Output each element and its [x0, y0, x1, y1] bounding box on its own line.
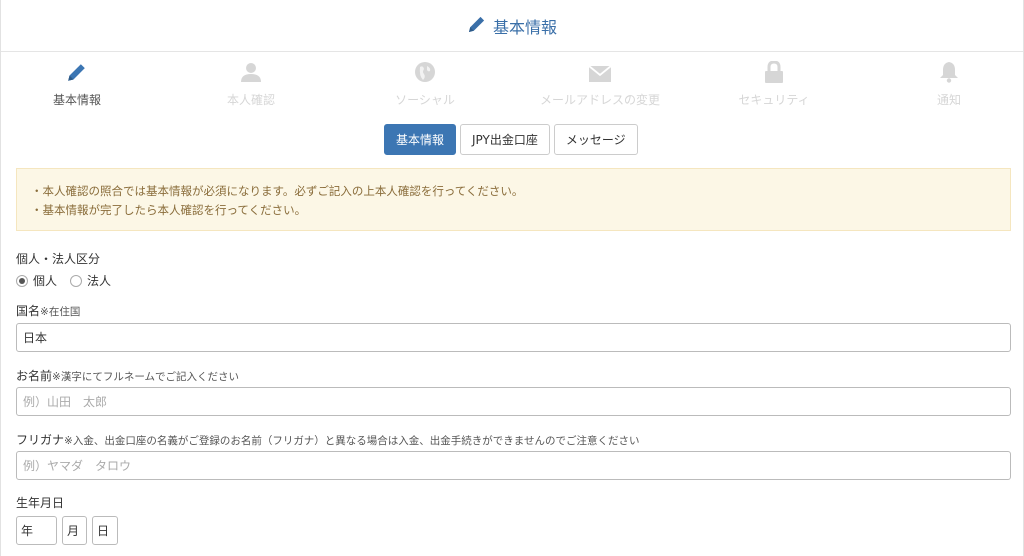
notice-box: ・本人確認の照合では基本情報が必須になります。必ずご記入の上本人確認を行ってくだ…: [16, 168, 1011, 231]
sub-tabs: 基本情報 JPY出金口座 メッセージ: [384, 124, 638, 155]
birth-year-input[interactable]: [16, 516, 57, 545]
name-note: ※漢字にてフルネームでご記入ください: [52, 371, 239, 383]
country-label: 国名※在住国: [16, 302, 80, 319]
entity-type-label: 個人・法人区分: [16, 252, 101, 266]
country-input[interactable]: [16, 323, 1011, 352]
radio-individual[interactable]: [16, 274, 28, 287]
radio-corporate-label: 法人: [87, 274, 112, 288]
tab-jpy-withdrawal-account[interactable]: JPY出金口座: [460, 124, 550, 155]
nav-item-security[interactable]: セキュリティ: [699, 60, 849, 108]
page-header: 基本情報: [1, 0, 1023, 52]
lock-icon: [764, 60, 784, 86]
birth-month-input[interactable]: [62, 516, 87, 545]
birth-day-input[interactable]: [92, 516, 118, 545]
entity-type-radio-group: 個人 法人: [16, 272, 119, 289]
nav-item-label: セキュリティ: [738, 93, 810, 107]
nav-item-social[interactable]: ソーシャル: [350, 62, 500, 108]
radio-corporate[interactable]: [70, 274, 83, 287]
country-note: ※在住国: [40, 306, 81, 318]
name-label-text: お名前: [16, 369, 53, 383]
user-icon: [240, 61, 262, 86]
page-frame: 基本情報 基本情報 本人確認 ソーシャル メールアドレスの変更 セキュリティ 通…: [0, 0, 1024, 556]
nav-item-notifications[interactable]: 通知: [874, 62, 1024, 108]
birthdate-label: 生年月日: [16, 496, 65, 510]
nav-item-label: 基本情報: [52, 93, 101, 107]
settings-nav: 基本情報 本人確認 ソーシャル メールアドレスの変更 セキュリティ 通知: [1, 60, 1024, 108]
bell-icon: [939, 61, 959, 86]
envelope-icon: [588, 65, 612, 86]
furigana-note: ※入金、出金口座の名義がご登録のお名前（フリガナ）と異なる場合は入金、出金手続き…: [64, 435, 640, 447]
nav-item-label: 本人確認: [226, 93, 275, 107]
name-label: お名前※漢字にてフルネームでご記入ください: [16, 367, 239, 384]
nav-item-label: ソーシャル: [395, 93, 455, 107]
name-input[interactable]: [16, 387, 1011, 416]
nav-item-basic-info[interactable]: 基本情報: [2, 62, 152, 108]
nav-item-label: メールアドレスの変更: [539, 93, 660, 107]
notice-line: ・本人確認の照合では基本情報が必須になります。必ずご記入の上本人確認を行ってくだ…: [31, 184, 524, 198]
tab-messages[interactable]: メッセージ: [553, 124, 638, 155]
globe-icon: [414, 61, 436, 86]
pencil-icon: [467, 14, 487, 37]
country-label-text: 国名: [16, 304, 41, 318]
tab-basic-info[interactable]: 基本情報: [384, 124, 457, 155]
nav-item-identity[interactable]: 本人確認: [176, 62, 326, 108]
furigana-label-text: フリガナ: [16, 433, 65, 447]
radio-individual-label: 個人: [33, 274, 58, 288]
pencil-icon: [66, 61, 88, 86]
notice-line: ・基本情報が完了したら本人確認を行ってください。: [31, 203, 307, 217]
nav-item-label: 通知: [936, 93, 961, 107]
nav-item-email-change[interactable]: メールアドレスの変更: [525, 62, 675, 108]
furigana-label: フリガナ※入金、出金口座の名義がご登録のお名前（フリガナ）と異なる場合は入金、出…: [16, 431, 640, 448]
page-title: 基本情報: [492, 17, 557, 37]
furigana-input[interactable]: [16, 451, 1011, 480]
